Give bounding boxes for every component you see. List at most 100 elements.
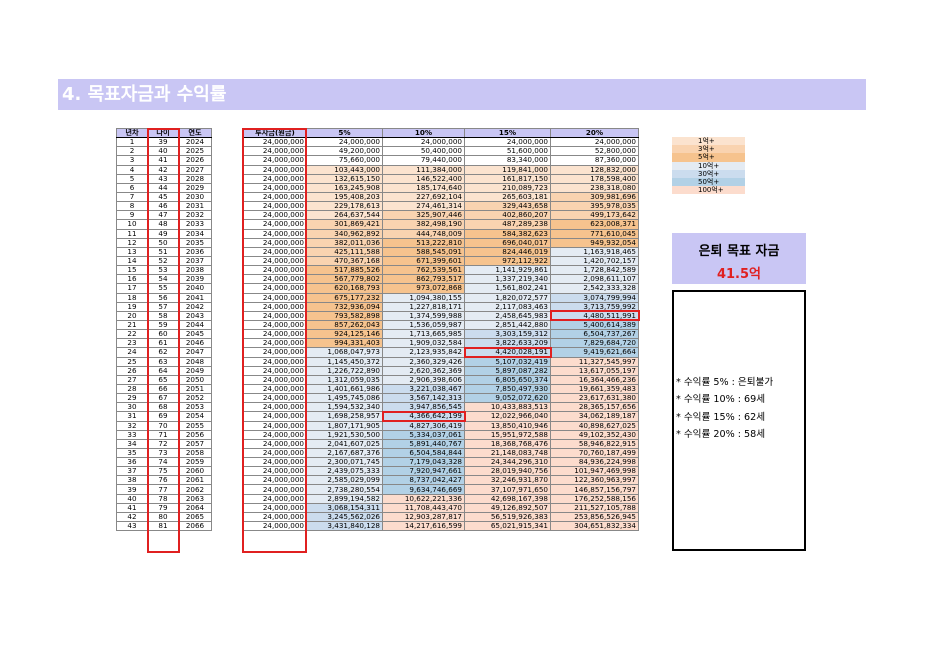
year-index-cell: 4 [116,164,148,175]
table-row: 31 69 2054 [116,411,212,422]
year-cell: 2062 [178,484,212,495]
rate-5-cell: 264,637,544 [306,210,383,221]
rate-5-cell: 1,145,450,372 [306,356,383,367]
legend-item: 50억+ [672,177,745,187]
rate-15-cell: 10,433,883,513 [464,402,551,413]
rate-15-cell: 1,820,072,577 [464,292,551,303]
table-row: 24,000,000 732,936,094 1,227,818,171 2,117,… [243,301,639,312]
year-index-cell: 17 [116,283,148,294]
year-cell: 2046 [178,338,212,349]
year-cell: 2040 [178,283,212,294]
rate-15-cell: 3,303,159,312 [464,329,551,340]
age-cell: 43 [147,173,179,184]
year-index-cell: 30 [116,402,148,413]
rate-5-cell: 382,011,036 [306,237,383,248]
legend-item: 10억+ [672,161,745,170]
principal-cell: 24,000,000 [243,393,307,404]
principal-cell: 24,000,000 [243,237,307,248]
rate-10-cell: 4,366,642,199 [382,411,465,422]
rate-20-cell: 3,074,799,994 [550,292,639,303]
rate-5-cell: 3,431,840,128 [306,521,383,532]
rate-20-cell: 4,480,511,991 [550,310,639,321]
rate-20-cell: 2,098,611,107 [550,274,639,285]
rate-10-cell: 24,000,000 [382,137,465,148]
year-cell: 2030 [178,191,212,203]
year-cell: 2041 [178,292,212,303]
year-index-cell: 36 [116,457,148,468]
year-index-cell: 5 [116,173,148,184]
year-cell: 2061 [178,475,212,486]
year-index-cell: 34 [116,438,148,449]
rate-20-cell: 16,364,466,236 [550,374,639,385]
table-row: 24,000,000 2,041,607,025 5,891,440,767 18,3… [243,438,639,449]
table-row: 24,000,000 1,495,745,086 3,567,142,313 9,05… [243,393,639,404]
retire-goal-box: 은퇴 목표 자금 41.5억 [672,233,806,284]
year-cell: 2039 [178,274,212,285]
rate-20-cell: 11,327,545,997 [550,356,639,367]
rate-5-cell: 195,408,203 [306,191,383,203]
note-item: * 수익률 10% : 69세 [676,394,766,406]
rate-15-cell: 12,022,966,040 [464,411,551,422]
principal-cell: 24,000,000 [243,274,307,285]
principal-cell: 24,000,000 [243,292,307,303]
table-row: 34 72 2057 [116,438,212,449]
table-row: 24,000,000 340,962,892 444,748,009 584,382,… [243,228,639,239]
rate-20-cell: 70,760,187,499 [550,447,639,459]
rate-20-cell: 5,400,614,389 [550,319,639,331]
table-row: 16 54 2039 [116,274,212,285]
header-year: 연도 [178,127,212,139]
principal-cell: 24,000,000 [243,210,307,221]
rate-5-cell: 2,439,075,333 [306,466,383,477]
rate-15-cell: 5,107,032,419 [464,356,551,367]
table-row: 24,000,000 103,443,000 111,384,000 119,841,… [243,164,639,175]
principal-cell: 24,000,000 [243,447,307,459]
year-index-cell: 20 [116,310,148,321]
age-cell: 48 [147,219,179,230]
year-cell: 2058 [178,447,212,459]
age-cell: 71 [147,429,179,440]
age-cell: 69 [147,411,179,422]
rate-10-cell: 1,909,032,584 [382,338,465,349]
rate-5-cell: 132,615,150 [306,173,383,184]
age-cell: 42 [147,164,179,175]
rate-10-cell: 11,708,443,470 [382,502,465,513]
header-rate-20: 20% [550,127,639,139]
rate-10-cell: 111,384,000 [382,164,465,175]
year-index-cell: 1 [116,137,148,148]
year-cell: 2065 [178,511,212,523]
year-index-cell: 25 [116,356,148,367]
rate-5-cell: 1,698,258,957 [306,411,383,422]
rate-5-cell: 793,582,898 [306,310,383,321]
rate-15-cell: 13,850,410,946 [464,420,551,431]
principal-cell: 24,000,000 [243,365,307,376]
age-cell: 40 [147,146,179,157]
rate-15-cell: 28,019,940,756 [464,466,551,477]
table-row: 24,000,000 75,660,000 79,440,000 83,340,000… [243,155,639,166]
rate-5-cell: 1,312,059,035 [306,374,383,385]
rate-20-cell: 2,542,333,328 [550,283,639,294]
rate-15-cell: 83,340,000 [464,155,551,166]
rate-15-cell: 696,040,017 [464,237,551,248]
year-index-cell: 31 [116,411,148,422]
principal-cell: 24,000,000 [243,310,307,321]
age-cell: 77 [147,484,179,495]
year-index-cell: 9 [116,210,148,221]
table-row: 18 56 2041 [116,292,212,303]
rate-10-cell: 5,334,037,061 [382,429,465,440]
year-index-cell: 29 [116,393,148,404]
table-row: 24,000,000 2,439,075,333 7,920,947,661 28,0… [243,466,639,477]
rate-10-cell: 4,827,306,419 [382,420,465,431]
rate-20-cell: 58,946,822,915 [550,438,639,449]
rate-20-cell: 238,318,080 [550,182,639,193]
table-row: 40 78 2063 [116,493,212,504]
rate-10-cell: 325,907,446 [382,210,465,221]
table-row: 24,000,000 2,300,071,745 7,179,043,328 24,3… [243,457,639,468]
rate-15-cell: 1,141,929,861 [464,265,551,276]
rate-15-cell: 56,519,926,383 [464,511,551,523]
note-item: * 수익률 15% : 62세 [676,411,766,423]
age-cell: 78 [147,493,179,504]
rate-5-cell: 425,111,588 [306,246,383,257]
table-row: 24,000,000 425,111,588 588,545,091 824,446,… [243,246,639,257]
note-item: * 수익률 20% : 58세 [676,429,766,441]
principal-cell: 24,000,000 [243,511,307,523]
